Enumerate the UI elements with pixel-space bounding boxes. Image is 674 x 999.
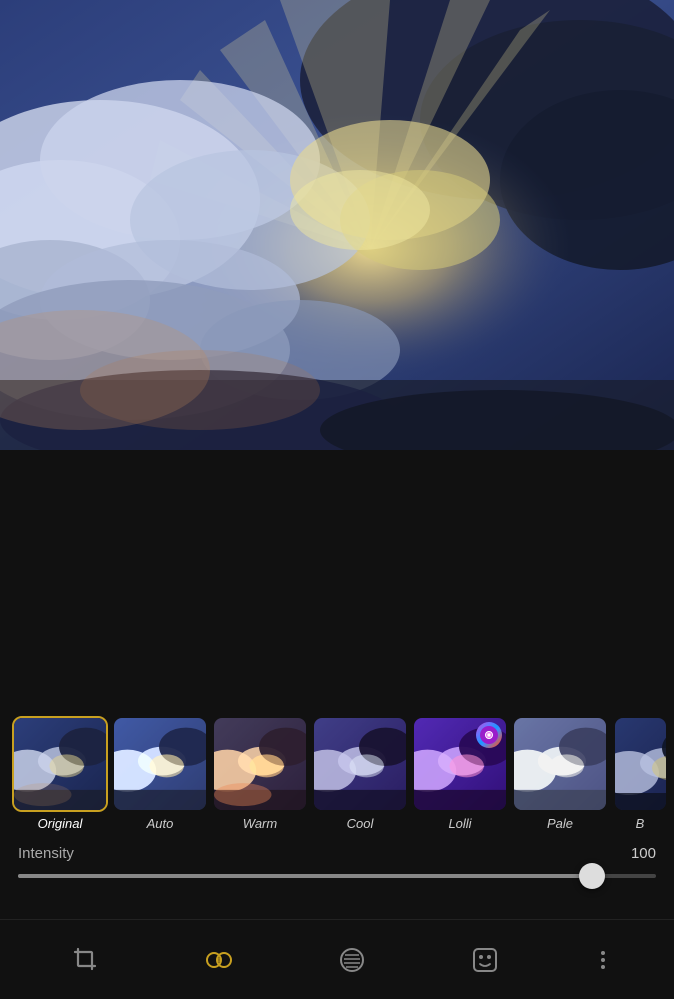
filter-label-b: B <box>636 816 645 831</box>
black-spacer <box>0 450 674 700</box>
filter-thumb-b[interactable] <box>613 716 668 812</box>
filter-thumb-warm[interactable] <box>212 716 308 812</box>
crop-icon <box>71 945 101 975</box>
photo-area <box>0 0 674 450</box>
filter-label-original: Original <box>38 816 83 831</box>
filter-label-warm: Warm <box>243 816 277 831</box>
filter-thumb-auto[interactable] <box>112 716 208 812</box>
filter-thumb-original[interactable] <box>12 716 108 812</box>
bottom-toolbar <box>0 919 674 999</box>
sky-photo <box>0 0 674 450</box>
filter-item-auto[interactable]: Auto <box>110 716 210 831</box>
filter-strip-container: Original <box>0 700 674 888</box>
slider-track[interactable] <box>18 874 656 878</box>
filter-icon <box>204 945 234 975</box>
filter-label-auto: Auto <box>147 816 174 831</box>
intensity-value: 100 <box>631 845 656 862</box>
sticker-icon <box>470 945 500 975</box>
sticker-button[interactable] <box>452 935 518 985</box>
crop-button[interactable] <box>53 935 119 985</box>
texture-icon <box>337 945 367 975</box>
lolli-badge <box>476 722 502 748</box>
filter-item-lolli[interactable]: Lolli <box>410 716 510 831</box>
slider-row[interactable] <box>0 874 674 888</box>
filter-label-cool: Cool <box>347 816 374 831</box>
filter-label-lolli: Lolli <box>448 816 471 831</box>
texture-button[interactable] <box>319 935 385 985</box>
filter-thumb-cool[interactable] <box>312 716 408 812</box>
slider-fill <box>18 874 592 878</box>
filter-thumb-lolli[interactable] <box>412 716 508 812</box>
filter-item-pale[interactable]: Pale <box>510 716 610 831</box>
slider-thumb[interactable] <box>579 863 605 889</box>
filter-button[interactable] <box>186 935 252 985</box>
filter-item-warm[interactable]: Warm <box>210 716 310 831</box>
filter-item-b[interactable]: B <box>610 716 670 831</box>
intensity-row: Intensity 100 <box>0 839 674 868</box>
more-button[interactable] <box>585 935 621 985</box>
filter-strip[interactable]: Original <box>0 708 674 839</box>
filter-label-pale: Pale <box>547 816 573 831</box>
filter-item-cool[interactable]: Cool <box>310 716 410 831</box>
filter-thumb-pale[interactable] <box>512 716 608 812</box>
intensity-label: Intensity <box>18 845 74 862</box>
filter-item-original[interactable]: Original <box>10 716 110 831</box>
more-icon <box>588 945 618 975</box>
